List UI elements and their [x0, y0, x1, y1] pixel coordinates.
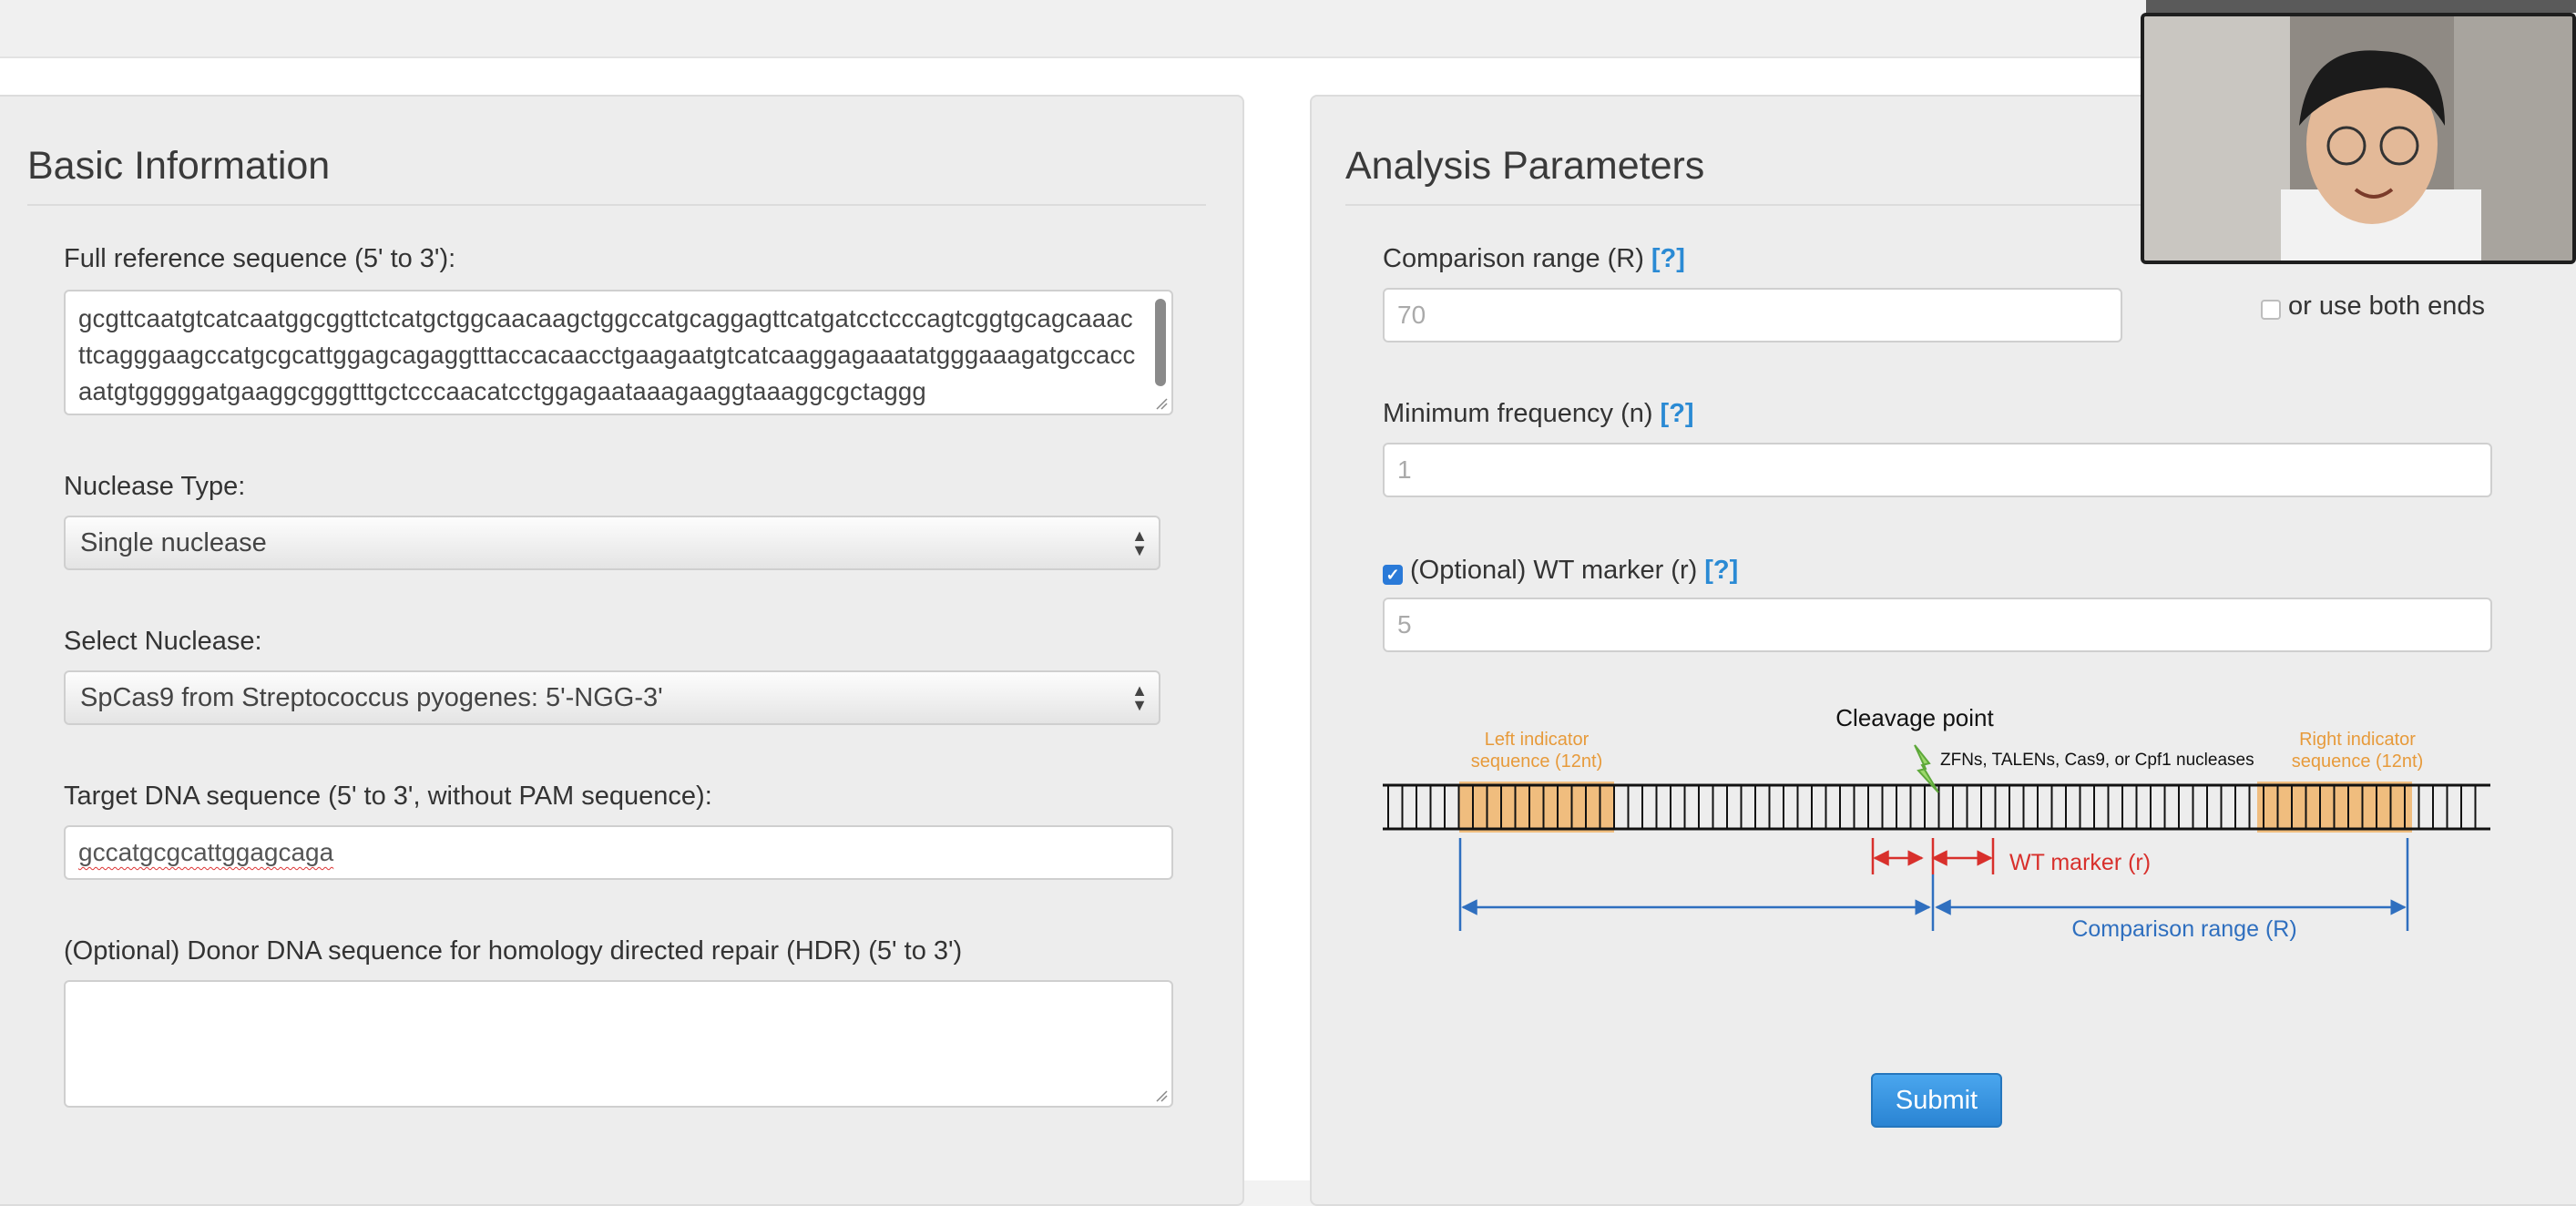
target-sequence-value: gccatgcgcattggagcaga — [78, 838, 334, 866]
resize-grip-icon[interactable] — [1155, 1089, 1168, 1102]
both-ends-label: or use both ends — [2288, 291, 2486, 321]
title-divider — [27, 204, 1206, 206]
reference-sequence-textarea[interactable]: gcgttcaatgtcatcaatggcggttctcatgctggcaaca… — [64, 290, 1173, 415]
nucleases-label: ZFNs, TALENs, Cas9, or Cpf1 nucleases — [1940, 751, 2254, 770]
video-thumbnail-strip — [2146, 0, 2576, 13]
donor-sequence-textarea[interactable] — [64, 980, 1173, 1108]
donor-sequence-label: (Optional) Donor DNA sequence for homolo… — [64, 936, 963, 966]
wt-marker-label: (Optional) WT marker (r) [?] — [1410, 556, 1738, 586]
both-ends-checkbox[interactable] — [2261, 300, 2281, 320]
comparison-range-input[interactable] — [1383, 288, 2122, 342]
participant-video-icon — [2144, 16, 2572, 261]
select-nuclease-label: Select Nuclease: — [64, 627, 262, 656]
wt-marker-input[interactable] — [1383, 598, 2492, 652]
select-nuclease-select[interactable]: SpCas9 from Streptococcus pyogenes: 5'-N… — [64, 670, 1160, 725]
analysis-diagram: Cleavage point ZFNs, TALENs, Cas9, or Cp… — [1383, 704, 2490, 942]
wt-marker-label-text: (Optional) WT marker (r) — [1410, 556, 1698, 585]
left-indicator-box — [1459, 782, 1614, 833]
minimum-frequency-label-text: Minimum frequency (n) — [1383, 399, 1653, 428]
video-call-overlay[interactable] — [2141, 13, 2576, 264]
cleavage-point-label: Cleavage point — [1835, 704, 1994, 731]
right-indicator-label-2: sequence (12nt) — [2292, 751, 2424, 772]
comparison-range-diagram-label: Comparison range (R) — [2071, 916, 2296, 942]
submit-button[interactable]: Submit — [1871, 1073, 2002, 1128]
minimum-frequency-help-link[interactable]: [?] — [1661, 399, 1694, 428]
nuclease-type-value: Single nuclease — [80, 527, 267, 557]
comparison-range-label: Comparison range (R) [?] — [1383, 244, 1685, 274]
minimum-frequency-input[interactable] — [1383, 443, 2492, 497]
select-arrows-icon: ▲ ▼ — [1131, 681, 1148, 714]
select-nuclease-value: SpCas9 from Streptococcus pyogenes: 5'-N… — [80, 682, 663, 712]
analysis-parameters-title: Analysis Parameters — [1345, 144, 1705, 188]
reference-sequence-text: gcgttcaatgtcatcaatggcggttctcatgctggcaaca… — [78, 304, 1136, 405]
resize-grip-icon[interactable] — [1155, 397, 1168, 410]
basic-information-title: Basic Information — [27, 144, 331, 188]
target-sequence-input[interactable]: gccatgcgcattggagcaga — [64, 825, 1173, 880]
reference-sequence-label: Full reference sequence (5' to 3'): — [64, 244, 456, 273]
wt-marker-diagram-label: WT marker (r) — [2009, 850, 2151, 875]
select-arrows-icon: ▲ ▼ — [1131, 526, 1148, 559]
textarea-scrollbar[interactable] — [1155, 299, 1166, 386]
comparison-range-help-link[interactable]: [?] — [1651, 244, 1685, 273]
minimum-frequency-label: Minimum frequency (n) [?] — [1383, 399, 1694, 429]
wt-marker-help-link[interactable]: [?] — [1704, 556, 1738, 585]
target-sequence-label: Target DNA sequence (5' to 3', without P… — [64, 782, 712, 811]
comparison-range-label-text: Comparison range (R) — [1383, 244, 1644, 273]
wt-marker-checkbox[interactable]: ✓ — [1383, 565, 1403, 585]
left-indicator-label-2: sequence (12nt) — [1471, 751, 1603, 772]
nuclease-type-label: Nuclease Type: — [64, 472, 246, 501]
nuclease-type-select[interactable]: Single nuclease ▲ ▼ — [64, 516, 1160, 570]
left-indicator-label-1: Left indicator — [1485, 730, 1590, 750]
right-indicator-label-1: Right indicator — [2299, 730, 2416, 750]
